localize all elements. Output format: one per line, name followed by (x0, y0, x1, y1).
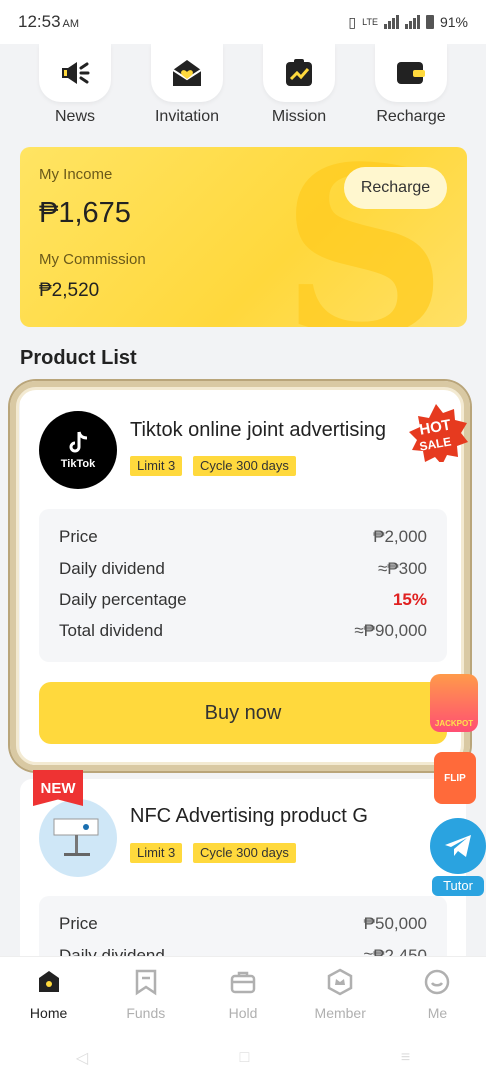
stat-value: ₱50,000 (363, 914, 427, 933)
crown-shield-icon (325, 967, 355, 997)
recents-icon[interactable]: ≡ (401, 1049, 410, 1067)
commission-value: ₱2,520 (39, 280, 100, 301)
time-text: 12:53 (18, 12, 61, 31)
stat-row: Price ₱50,000 (59, 914, 427, 938)
bookmark-icon (131, 967, 161, 997)
income-value: ₱1,675 (39, 197, 131, 229)
home-nav-icon[interactable]: □ (240, 1049, 250, 1067)
vibrate-icon: ▯ (348, 13, 357, 30)
hot-sale-badge: HOT SALE (400, 402, 472, 465)
telegram-button[interactable] (430, 818, 486, 874)
jackpot-widget[interactable]: JACKPOT (430, 674, 478, 732)
back-icon[interactable]: ◁ (76, 1048, 88, 1068)
stat-label: Price (59, 527, 98, 546)
product-list-title: Product List (20, 347, 137, 369)
briefcase-icon (228, 967, 258, 997)
commission-label: My Commission (39, 251, 146, 268)
stat-row: Daily dividend ≈₱2,450 (59, 946, 427, 956)
network-label: LTE (362, 17, 378, 27)
signal2-icon (404, 15, 420, 29)
tab-member[interactable]: Member (292, 957, 389, 1036)
quick-news[interactable]: News (20, 44, 130, 126)
stat-row: Daily dividend ≈₱300 (59, 559, 427, 583)
stat-label: Daily dividend (59, 559, 165, 578)
battery-icon (425, 15, 434, 29)
limit-tag: Limit 3 (130, 843, 183, 863)
system-nav-bar: ◁ □ ≡ (0, 1036, 486, 1080)
status-bar: 12:53 AM ▯ LTE 91% (0, 0, 486, 44)
tab-label: Me (427, 1005, 448, 1021)
product-card: NFC Advertising product G Limit 3 Cycle … (20, 779, 466, 956)
home-icon (34, 967, 64, 997)
flip-widget[interactable]: FLIP (434, 752, 476, 804)
tab-me[interactable]: Me (389, 957, 486, 1036)
battery-text: 91% (439, 14, 468, 30)
stat-row: Total dividend ≈₱90,000 (59, 621, 427, 645)
ampm-text: AM (62, 18, 80, 30)
stat-value: ≈₱90,000 (354, 621, 427, 640)
stat-label: Total dividend (59, 621, 163, 640)
buy-now-button[interactable]: Buy now (39, 682, 447, 744)
tab-home[interactable]: Home (0, 957, 97, 1036)
home-page: News Invitation Mission Recharge S My In… (0, 44, 486, 956)
tab-label: Member (314, 1005, 366, 1021)
income-label: My Income (39, 166, 113, 183)
wallet-icon (375, 44, 447, 102)
product-stats: Price ₱50,000 Daily dividend ≈₱2,450 (39, 896, 447, 956)
quick-label: Recharge (376, 108, 446, 125)
quick-label: Invitation (154, 108, 220, 125)
tutor-label[interactable]: Tutor (432, 876, 484, 896)
signal-icon (383, 15, 399, 29)
telegram-icon (445, 835, 471, 857)
tab-label: Funds (126, 1005, 166, 1021)
product-stats: Price ₱2,000 Daily dividend ≈₱300 Daily … (39, 509, 447, 662)
tab-hold[interactable]: Hold (194, 957, 291, 1036)
stat-value: ≈₱2,450 (363, 946, 427, 956)
quick-label: News (54, 108, 95, 125)
stat-row: Daily percentage 15% (59, 590, 427, 614)
stat-label: Daily dividend (59, 946, 165, 956)
product-title: NFC Advertising product G (130, 805, 368, 827)
stat-value: ≈₱300 (377, 559, 427, 578)
cycle-tag: Cycle 300 days (193, 456, 296, 476)
quick-recharge[interactable]: Recharge (356, 44, 466, 126)
product-title: Tiktok online joint advertising (130, 419, 387, 441)
stat-label: Price (59, 914, 98, 933)
quick-actions: News Invitation Mission Recharge (0, 44, 486, 134)
bottom-tab-bar: Home Funds Hold Member Me (0, 956, 486, 1036)
tab-label: Home (29, 1005, 68, 1021)
quick-label: Mission (271, 108, 327, 125)
tiktok-logo: TikTok (39, 411, 117, 489)
stat-value-highlight: 15% (392, 590, 427, 609)
quick-invitation[interactable]: Invitation (132, 44, 242, 126)
stat-value: ₱2,000 (373, 527, 427, 546)
stat-label: Daily percentage (59, 590, 187, 609)
status-time: 12:53 AM (18, 12, 79, 32)
logo-text: TikTok (60, 458, 96, 470)
limit-tag: Limit 3 (130, 456, 183, 476)
envelope-heart-icon (151, 44, 223, 102)
tiktok-note-icon (69, 431, 88, 453)
quick-mission[interactable]: Mission (244, 44, 354, 126)
nfc-product-logo (39, 799, 117, 877)
income-card: S My Income ₱1,675 My Commission ₱2,520 … (20, 147, 467, 327)
cycle-tag: Cycle 300 days (193, 843, 296, 863)
chart-clipboard-icon (263, 44, 335, 102)
stat-row: Price ₱2,000 (59, 527, 427, 551)
tab-funds[interactable]: Funds (97, 957, 194, 1036)
tab-label: Hold (228, 1005, 258, 1021)
recharge-button[interactable]: Recharge (344, 167, 447, 209)
status-icons: ▯ LTE 91% (348, 14, 468, 31)
megaphone-icon (39, 44, 111, 102)
smiley-icon (422, 967, 452, 997)
